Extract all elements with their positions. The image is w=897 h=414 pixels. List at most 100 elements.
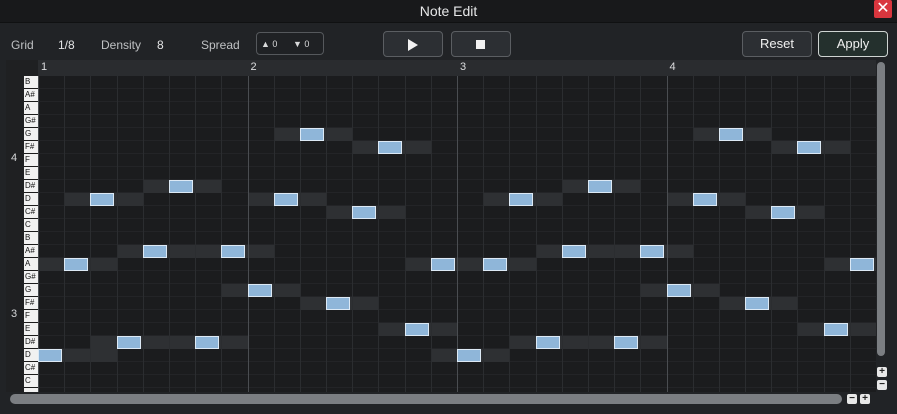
spread-control[interactable]: ▲ 0 ▼ 0 xyxy=(256,32,324,55)
piano-key[interactable]: A xyxy=(24,258,38,271)
vertical-scrollbar[interactable] xyxy=(877,62,885,356)
note-block[interactable] xyxy=(143,245,167,258)
piano-key[interactable]: C# xyxy=(24,206,38,219)
grid-line xyxy=(509,76,510,392)
grid-line xyxy=(457,76,458,392)
bar-number: 1 xyxy=(41,61,48,73)
piano-key[interactable]: F# xyxy=(24,297,38,310)
piano-key[interactable]: E xyxy=(24,167,38,180)
note-block[interactable] xyxy=(588,180,612,193)
grid-line xyxy=(431,76,432,392)
note-block[interactable] xyxy=(169,180,193,193)
grid-line xyxy=(326,76,327,392)
piano-key[interactable]: A xyxy=(24,102,38,115)
note-block[interactable] xyxy=(483,258,507,271)
note-block[interactable] xyxy=(248,284,272,297)
piano-keys: B A# A G# G F# F E D# D C# C B A# A G# G F# F E D# D C# C xyxy=(24,76,38,392)
note-block[interactable] xyxy=(667,284,691,297)
note-block[interactable] xyxy=(221,245,245,258)
note-block[interactable] xyxy=(850,258,874,271)
note-block[interactable] xyxy=(195,336,219,349)
grid-value[interactable]: 1/8 xyxy=(58,38,75,52)
note-block[interactable] xyxy=(300,128,324,141)
grid-line xyxy=(64,76,65,392)
close-button[interactable]: ✕ xyxy=(874,0,892,18)
piano-key[interactable]: C xyxy=(24,375,38,388)
reset-button[interactable]: Reset xyxy=(742,31,812,57)
note-block[interactable] xyxy=(274,193,298,206)
grid-line xyxy=(797,76,798,392)
piano-key[interactable]: G xyxy=(24,128,38,141)
piano-key[interactable]: B xyxy=(24,232,38,245)
note-block[interactable] xyxy=(352,206,376,219)
grid-line xyxy=(143,76,144,392)
note-block[interactable] xyxy=(797,141,821,154)
grid-line xyxy=(745,76,746,392)
note-block[interactable] xyxy=(90,193,114,206)
note-block[interactable] xyxy=(771,206,795,219)
grid-line xyxy=(588,76,589,392)
grid-line xyxy=(824,76,825,392)
piano-key[interactable]: B xyxy=(24,76,38,89)
note-block[interactable] xyxy=(38,349,62,362)
grid-line xyxy=(405,76,406,392)
stop-button[interactable] xyxy=(451,31,511,57)
bar-number: 3 xyxy=(460,61,467,73)
note-block[interactable] xyxy=(326,297,350,310)
note-block[interactable] xyxy=(745,297,769,310)
piano-key[interactable]: A# xyxy=(24,245,38,258)
note-block[interactable] xyxy=(378,141,402,154)
piano-key[interactable]: F xyxy=(24,154,38,167)
piano-key[interactable]: C xyxy=(24,219,38,232)
apply-button[interactable]: Apply xyxy=(818,31,888,57)
note-block[interactable] xyxy=(640,245,664,258)
piano-key[interactable]: D# xyxy=(24,180,38,193)
zoom-out-horizontal-icon[interactable]: − xyxy=(847,394,857,404)
window-title: Note Edit xyxy=(419,3,478,19)
piano-key[interactable]: D xyxy=(24,193,38,206)
grid-line xyxy=(248,76,249,392)
play-button[interactable] xyxy=(383,31,443,57)
note-block[interactable] xyxy=(509,193,533,206)
spread-down[interactable]: ▼ 0 xyxy=(293,39,309,49)
play-icon xyxy=(408,39,418,51)
note-block[interactable] xyxy=(117,336,141,349)
piano-key[interactable]: E xyxy=(24,323,38,336)
grid-line xyxy=(274,76,275,392)
horizontal-scrollbar[interactable] xyxy=(10,394,842,404)
piano-key[interactable]: D xyxy=(24,349,38,362)
title-bar: Note Edit ✕ xyxy=(0,0,897,23)
note-block[interactable] xyxy=(562,245,586,258)
grid-line xyxy=(300,76,301,392)
piano-key[interactable]: A# xyxy=(24,89,38,102)
density-value[interactable]: 8 xyxy=(157,38,164,52)
piano-key[interactable]: C# xyxy=(24,362,38,375)
piano-key[interactable]: D# xyxy=(24,336,38,349)
piano-key[interactable]: F# xyxy=(24,141,38,154)
note-block[interactable] xyxy=(824,323,848,336)
note-block[interactable] xyxy=(405,323,429,336)
note-block[interactable] xyxy=(431,258,455,271)
note-block[interactable] xyxy=(536,336,560,349)
zoom-in-vertical-icon[interactable]: + xyxy=(877,367,887,377)
piano-key[interactable]: G# xyxy=(24,271,38,284)
note-block[interactable] xyxy=(64,258,88,271)
grid-line xyxy=(352,76,353,392)
piano-key[interactable]: G xyxy=(24,284,38,297)
zoom-in-horizontal-icon[interactable]: + xyxy=(860,394,870,404)
zoom-out-vertical-icon[interactable]: − xyxy=(877,380,887,390)
piano-key[interactable]: G# xyxy=(24,115,38,128)
spread-up[interactable]: ▲ 0 xyxy=(261,39,277,49)
piano-key[interactable]: F xyxy=(24,310,38,323)
grid-line xyxy=(90,76,91,392)
note-block[interactable] xyxy=(693,193,717,206)
grid-line xyxy=(483,76,484,392)
note-grid[interactable] xyxy=(38,76,876,392)
spread-label: Spread xyxy=(201,38,240,52)
note-block[interactable] xyxy=(457,349,481,362)
note-block[interactable] xyxy=(614,336,638,349)
note-block[interactable] xyxy=(719,128,743,141)
grid-line xyxy=(693,76,694,392)
timeline-ruler[interactable]: 1 2 3 4 xyxy=(38,60,876,76)
grid-line xyxy=(221,76,222,392)
